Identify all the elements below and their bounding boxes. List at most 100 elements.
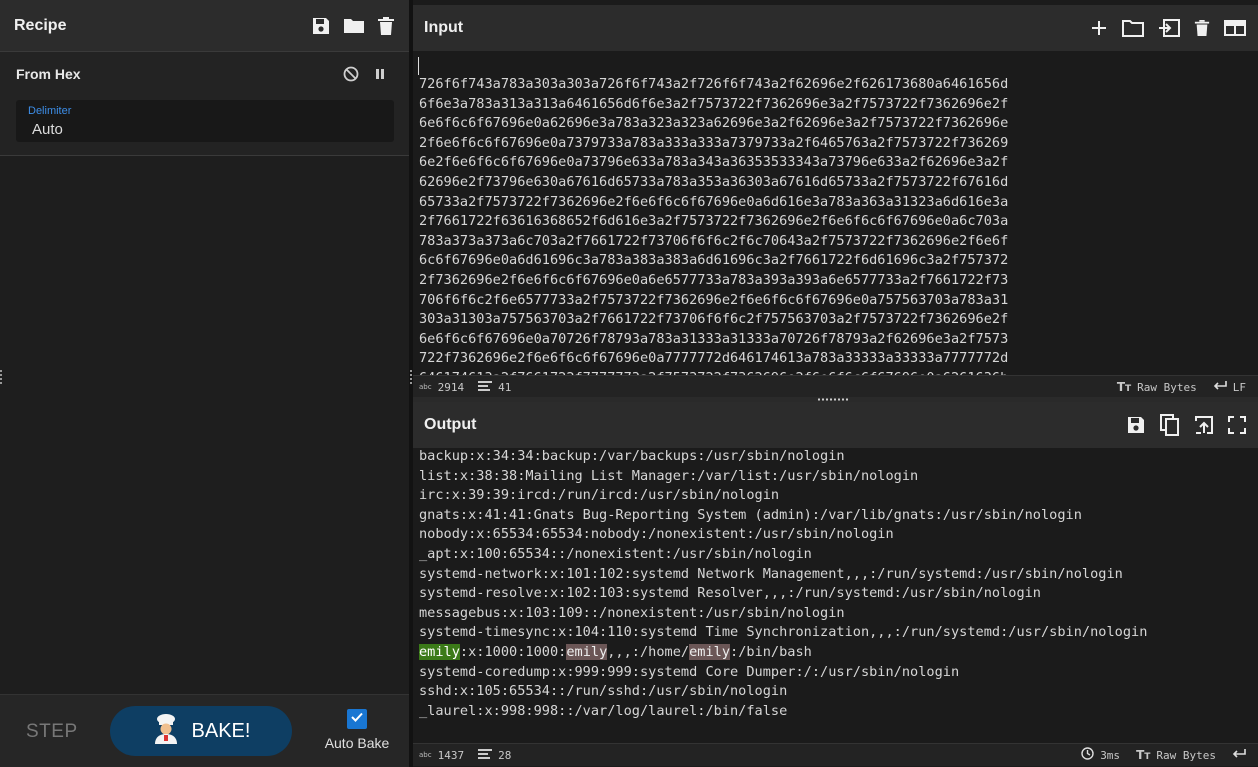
output-line: list:x:38:38:Mailing List Manager:/var/l… [419,467,919,484]
output-text-segment: :/bin/bash [730,643,812,660]
from-hex-operation[interactable]: From Hex Delimiter Auto [0,52,409,156]
bake-button[interactable]: BAKE! [110,706,292,756]
abc-icon: abc [419,751,432,759]
input-line: 2f7661722f63616368652f6d616e3a2f7573722f… [419,213,1009,230]
recipe-pane: Recipe From Hex Delimiter Auto STEP BAKE… [0,0,410,767]
output-text-segment: :x:1000:1000: [459,643,567,660]
recipe-title: Recipe [14,16,67,34]
folder-icon[interactable] [343,16,365,36]
output-line: irc:x:39:39:ircd:/run/ircd:/usr/sbin/nol… [419,487,780,504]
output-pane: Output backup:x:34:34:backup:/var/backup… [413,402,1258,767]
output-line: gnats:x:41:41:Gnats Bug-Reporting System… [419,506,1082,523]
output-header: Output [413,402,1258,448]
input-pane: Input 726f6f743a783a303a303a726f6f743a2f… [413,5,1258,398]
input-line-count-value: 41 [498,380,512,394]
output-char-count: abc 1437 [419,749,464,762]
input-line: 6c6f67696e0a6d61696c3a783a383a383a6d6169… [419,252,1009,269]
fullscreen-icon[interactable] [1228,416,1246,434]
delimiter-field[interactable]: Delimiter Auto [16,100,394,142]
check-icon [350,710,364,729]
step-button[interactable]: STEP [26,721,78,743]
output-title: Output [424,416,477,433]
input-textarea[interactable]: 726f6f743a783a303a303a726f6f743a2f726f6f… [419,75,1254,375]
input-line: 726f6f743a783a303a303a726f6f743a2f726f6f… [419,76,1009,92]
output-line: nobody:x:65534:65534:nobody:/nonexistent… [419,526,894,543]
input-line: 6f6e3a783a313a313a6461656d6f6e3a2f757372… [419,95,1009,112]
save-icon[interactable] [1126,415,1146,435]
output-status-bar: abc 1437 28 3ms TT Raw Bytes [413,743,1258,766]
input-line: 303a31303a757563703a2f7661722f73706f6f6c… [419,311,1009,328]
input-eol-value: LF [1232,380,1246,394]
divider-grip-icon [410,370,412,384]
layout-icon[interactable] [1224,20,1246,36]
disable-icon[interactable] [343,66,359,87]
left-grip-icon [0,370,2,384]
highlight-occurrence: emily [566,643,608,660]
bake-label: BAKE! [191,719,251,742]
recipe-header: Recipe [0,0,409,52]
output-text-segment: ,,,:/home/ [607,643,690,660]
output-line: systemd-resolve:x:102:103:systemd Resolv… [419,585,1041,602]
input-char-count-value: 2914 [437,380,465,394]
output-raw-bytes: Raw Bytes [1156,748,1216,762]
output-line: systemd-network:x:101:102:systemd Networ… [419,565,1123,582]
input-line: 2f6e6f6c6f67696e0a7379733a783a333a333a73… [419,134,1009,151]
return-icon [1213,380,1227,394]
input-line-count: 41 [478,380,512,394]
text-encoding-icon: TT [1116,380,1132,394]
input-header: Input [413,5,1258,51]
auto-bake-checkbox[interactable] [347,709,367,729]
output-encoding[interactable]: TT Raw Bytes [1136,748,1216,762]
operation-name: From Hex [16,66,81,82]
output-line: systemd-coredump:x:999:999:systemd Core … [419,663,960,680]
return-icon [1232,748,1246,762]
pause-icon[interactable] [373,66,387,87]
text-cursor [418,57,419,75]
output-line-emily: emily:x:1000:1000:emily,,,:/home/emily:/… [419,643,1254,663]
highlight-match: emily [419,643,460,660]
input-line: 65733a2f7573722f7362696e2f6e6f6c6f67696e… [419,193,1009,210]
lines-icon [478,748,493,762]
input-raw-bytes: Raw Bytes [1137,380,1197,394]
auto-bake-toggle[interactable]: Auto Bake [322,709,392,753]
bake-time-value: 3ms [1100,748,1121,762]
output-line: _apt:x:100:65534::/nonexistent:/usr/sbin… [419,545,812,562]
bake-time: 3ms [1081,747,1120,763]
save-icon[interactable] [311,16,331,36]
input-eol[interactable]: LF [1213,380,1246,394]
input-encoding[interactable]: TT Raw Bytes [1117,380,1197,394]
output-line: messagebus:x:103:109::/nonexistent:/usr/… [419,604,845,621]
trash-icon[interactable] [377,16,395,36]
input-char-count: abc 2914 [419,381,464,394]
output-line: sshd:x:105:65534::/run/sshd:/usr/sbin/no… [419,683,788,700]
input-line: 62696e2f73796e630a67616d65733a783a353a36… [419,173,1009,190]
replace-input-icon[interactable] [1194,415,1214,435]
input-title: Input [424,19,464,36]
clock-icon [1081,747,1094,763]
input-line: 706f6f6c2f6e6577733a2f7573722f7362696e2f… [419,291,1009,308]
input-line: 6e6f6c6f67696e0a62696e3a783a323a323a6269… [419,115,1009,132]
output-line-count-value: 28 [498,748,512,762]
input-line: 6e6f6c6f67696e0a70726f78793a783a31333a31… [419,330,1009,347]
recipe-controls: STEP BAKE! Auto Bake [0,694,409,767]
output-eol[interactable] [1232,748,1246,762]
text-encoding-icon: TT [1136,748,1151,762]
input-line: 2f7362696e2f6e6f6c6f67696e0a6e6577733a78… [419,271,1009,288]
output-line-count: 28 [478,748,512,762]
output-line: _laurel:x:998:998::/var/log/laurel:/bin/… [419,702,788,719]
delimiter-value: Auto [32,121,63,138]
import-icon[interactable] [1158,19,1180,37]
trash-icon[interactable] [1194,19,1210,37]
output-char-count-value: 1437 [437,748,465,762]
chef-icon [152,713,180,750]
output-textarea[interactable]: backup:x:34:34:backup:/var/backups:/usr/… [419,447,1254,743]
copy-icon[interactable] [1160,414,1180,436]
delimiter-label: Delimiter [28,105,72,117]
input-status-bar: abc 2914 41 TT Raw Bytes LF [413,375,1258,398]
open-folder-icon[interactable] [1122,19,1144,37]
abc-icon: abc [419,383,432,391]
input-line: 783a373a373a6c703a2f7661722f73706f6f6c2f… [419,232,1009,249]
lines-icon [478,380,493,394]
plus-icon[interactable] [1090,19,1108,37]
auto-bake-label: Auto Bake [324,735,390,751]
